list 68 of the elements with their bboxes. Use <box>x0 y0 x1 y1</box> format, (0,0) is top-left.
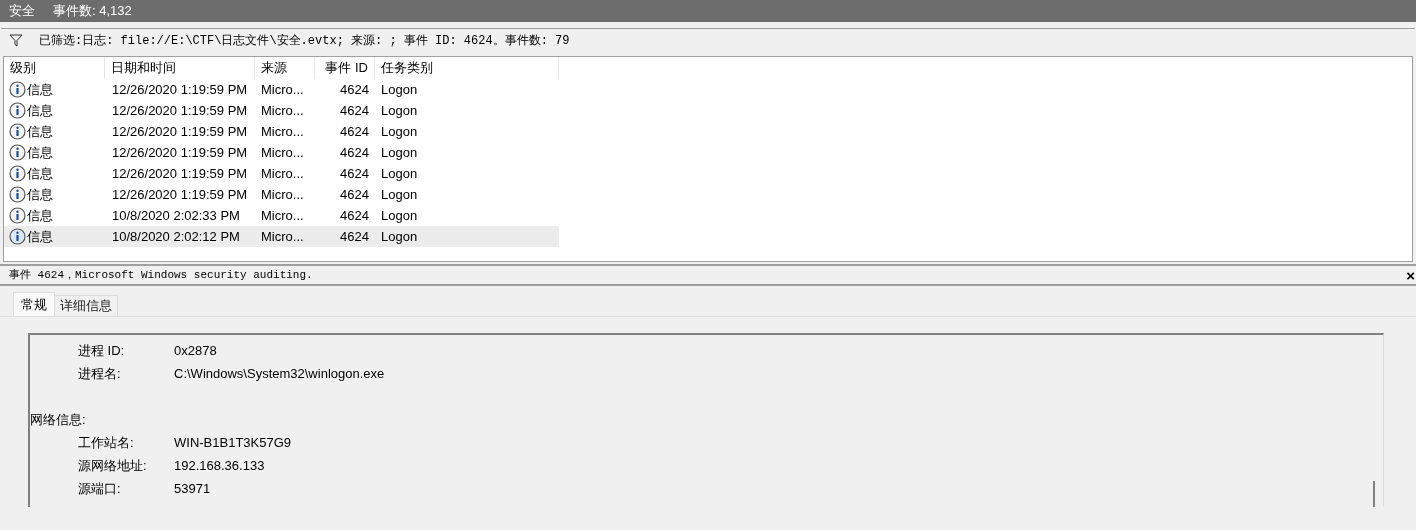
table-cell: Logon <box>381 81 418 97</box>
table-cell: Logon <box>381 144 418 160</box>
table-cell: Logon <box>381 123 418 139</box>
table-cell-text: 信息 <box>27 206 53 225</box>
table-cell: Micro... <box>261 123 304 139</box>
table-cell: 4624 <box>340 81 369 97</box>
table-cell: Micro... <box>261 165 304 181</box>
table-cell: 4624 <box>340 186 369 202</box>
table-cell-text: 信息 <box>27 80 53 99</box>
table-cell-text: 信息 <box>27 122 53 141</box>
table-cell: 4624 <box>340 144 369 160</box>
field-label: 进程名: <box>78 364 122 383</box>
table-cell: Micro... <box>261 186 304 202</box>
info-icon <box>9 228 26 245</box>
field-label: 工作站名: <box>78 433 135 452</box>
table-cell-text: 信息 <box>27 143 53 162</box>
table-cell: Logon <box>381 102 418 118</box>
table-cell: Logon <box>381 228 418 244</box>
table-cell: 12/26/2020 1:19:59 PM <box>112 165 248 181</box>
section-heading: 网络信息: <box>30 410 86 429</box>
info-icon <box>9 123 26 140</box>
table-cell: 4624 <box>340 228 369 244</box>
table-cell: Micro... <box>261 228 304 244</box>
table-cell: 4624 <box>340 207 369 223</box>
table-cell: Logon <box>381 207 418 223</box>
tab[interactable]: 详细信息 <box>54 295 118 316</box>
table-cell: 12/26/2020 1:19:59 PM <box>112 123 248 139</box>
table-cell-text: 信息 <box>27 185 53 204</box>
info-icon <box>9 81 26 98</box>
info-icon <box>9 207 26 224</box>
table-cell: Micro... <box>261 207 304 223</box>
log-name: 安全 <box>9 2 35 21</box>
event-row[interactable]: 信息 10/8/2020 2:02:12 PM Micro... 4624 Logon <box>4 226 559 247</box>
table-cell: 10/8/2020 2:02:12 PM <box>112 228 240 244</box>
event-title: 事件 4624，Microsoft Windows security auditing. <box>9 267 313 283</box>
info-icon <box>9 102 26 119</box>
info-icon <box>9 165 26 182</box>
table-cell: Micro... <box>261 144 304 160</box>
table-cell-text: 信息 <box>27 101 53 120</box>
field-label: 源网络地址: <box>78 456 148 475</box>
filter-icon <box>9 34 23 47</box>
table-cell: 4624 <box>340 123 369 139</box>
table-cell: Micro... <box>261 102 304 118</box>
table-cell: Logon <box>381 165 418 181</box>
field-value: C:\Windows\System32\winlogon.exe <box>174 364 385 383</box>
table-cell: 10/8/2020 2:02:33 PM <box>112 207 240 223</box>
field-value: WIN-B1B1T3K57G9 <box>174 433 292 452</box>
event-count: 事件数: 4,132 <box>53 2 132 21</box>
info-icon <box>9 144 26 161</box>
field-value: 53971 <box>174 479 211 498</box>
table-cell: 4624 <box>340 102 369 118</box>
table-cell: 12/26/2020 1:19:59 PM <box>112 81 248 97</box>
close-button[interactable]: × <box>1406 267 1416 283</box>
table-cell-text: 信息 <box>27 227 53 246</box>
table-cell: 12/26/2020 1:19:59 PM <box>112 144 248 160</box>
tab[interactable]: 常规 <box>13 292 55 316</box>
table-cell-text: 信息 <box>27 164 53 183</box>
table-cell: 12/26/2020 1:19:59 PM <box>112 102 248 118</box>
table-cell: Micro... <box>261 81 304 97</box>
table-cell: 4624 <box>340 165 369 181</box>
field-value: 192.168.36.133 <box>174 456 265 475</box>
field-label: 源端口: <box>78 479 122 498</box>
field-value: 0x2878 <box>174 341 217 360</box>
info-icon <box>9 186 26 203</box>
field-label: 进程 ID: <box>78 341 126 360</box>
table-cell: Logon <box>381 186 418 202</box>
table-cell: 12/26/2020 1:19:59 PM <box>112 186 248 202</box>
filter-text: 已筛选:日志: file://E:\CTF\日志文件\安全.evtx; 来源: ; 事件 ID: 4624。事件数: 79 <box>39 32 570 50</box>
